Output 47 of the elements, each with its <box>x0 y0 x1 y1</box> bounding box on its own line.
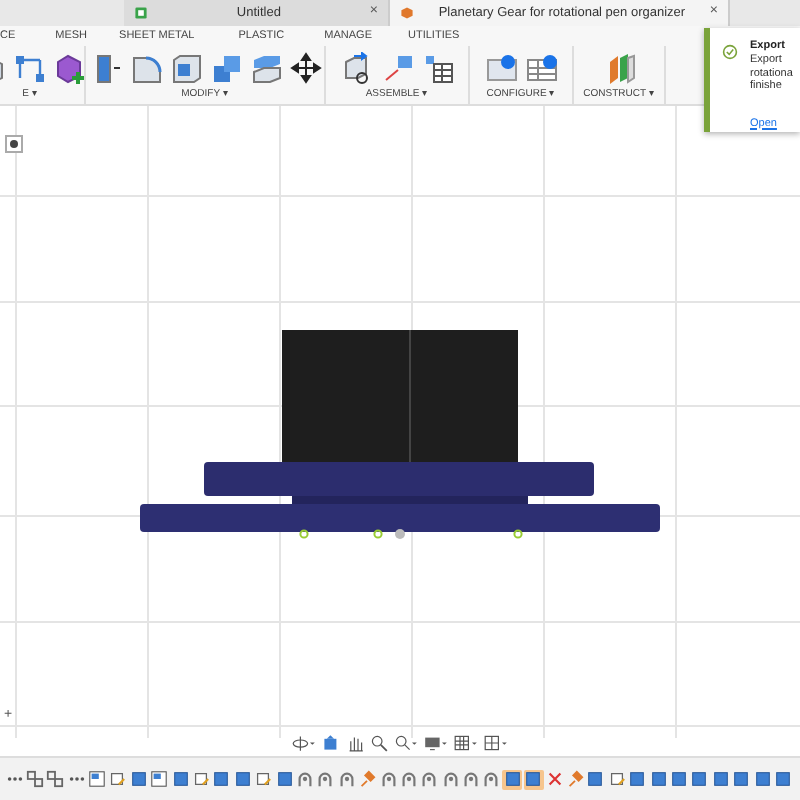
body-icon[interactable] <box>523 769 544 789</box>
cross-icon[interactable] <box>544 769 565 789</box>
look-at-icon[interactable] <box>322 733 340 751</box>
body-icon[interactable] <box>669 769 689 789</box>
viewports-icon[interactable] <box>484 733 508 751</box>
check-icon <box>722 44 738 60</box>
grid-icon[interactable] <box>454 733 478 751</box>
body-icon[interactable] <box>752 769 773 789</box>
body-icon[interactable] <box>772 769 793 789</box>
body-icon[interactable] <box>502 769 523 789</box>
body-icon[interactable] <box>232 769 253 789</box>
joint-icon[interactable] <box>341 51 373 83</box>
zoom-window-icon[interactable] <box>394 733 418 751</box>
body-icon[interactable] <box>128 769 149 789</box>
orbit-icon[interactable] <box>292 733 316 751</box>
combine-icon[interactable] <box>209 51 241 83</box>
fillet-icon[interactable] <box>129 51 161 83</box>
table-icon[interactable] <box>421 51 453 83</box>
component-icon <box>134 6 148 20</box>
move-icon[interactable] <box>289 51 321 83</box>
sketch-plane-icon[interactable] <box>107 769 128 789</box>
sketch-icon[interactable] <box>87 769 108 789</box>
body-icon[interactable] <box>648 769 669 789</box>
body-icon[interactable] <box>710 769 731 789</box>
origin-icon[interactable] <box>5 135 23 153</box>
body-icon[interactable] <box>731 769 752 789</box>
body-icon[interactable] <box>274 769 295 789</box>
box-plus-icon[interactable] <box>54 51 86 83</box>
sketch-icon[interactable] <box>149 769 170 789</box>
split-body-icon[interactable] <box>249 51 281 83</box>
parameter-icon[interactable] <box>485 51 517 83</box>
body-icon[interactable] <box>170 769 191 789</box>
cube-icon <box>400 6 414 20</box>
component-icon[interactable] <box>24 769 45 789</box>
sketch-plane-icon[interactable] <box>606 769 627 789</box>
shell-icon[interactable] <box>169 51 201 83</box>
body-icon[interactable] <box>585 769 606 789</box>
sketch-plane-icon[interactable] <box>253 769 274 789</box>
sketch-line-icon[interactable] <box>14 51 46 83</box>
component-icon[interactable] <box>45 769 66 789</box>
zoom-icon[interactable] <box>370 733 388 751</box>
config-table-icon[interactable] <box>525 51 557 83</box>
display-icon[interactable] <box>424 733 448 751</box>
body-icon[interactable] <box>689 769 710 789</box>
sketch-plane-icon[interactable] <box>191 769 212 789</box>
body-icon[interactable] <box>627 769 648 789</box>
body-icon[interactable] <box>211 769 232 789</box>
